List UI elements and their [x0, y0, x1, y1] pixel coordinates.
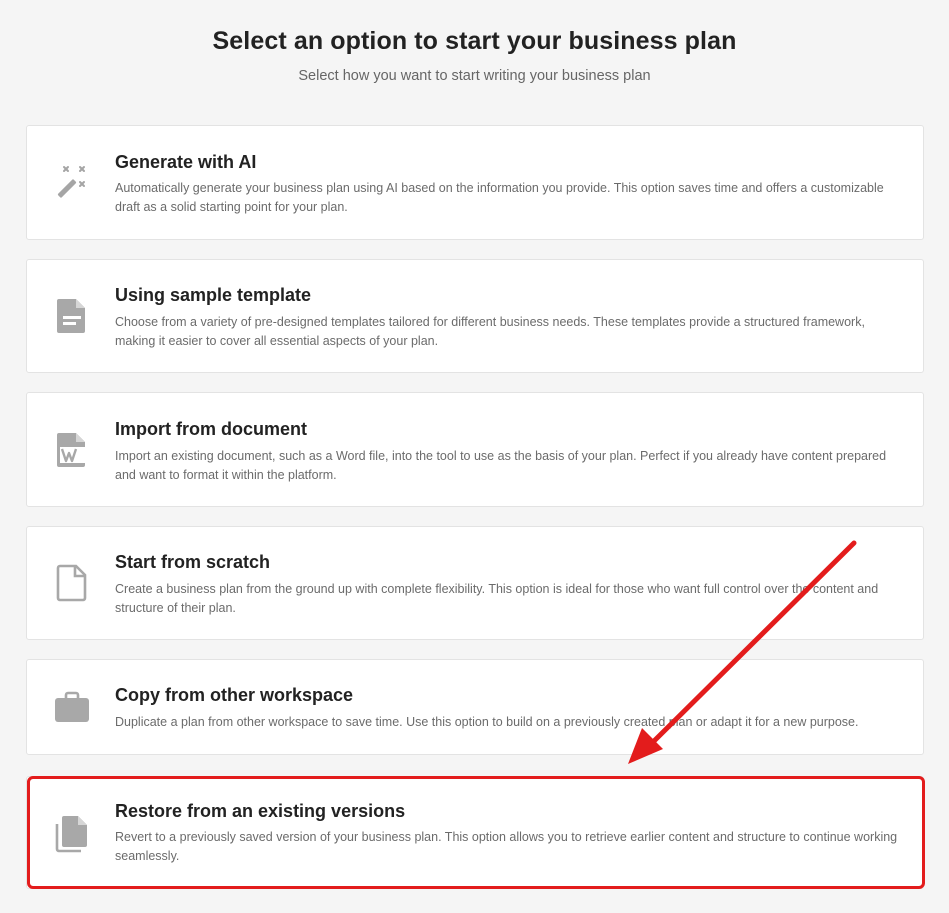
- briefcase-icon: [52, 688, 92, 728]
- option-description: Revert to a previously saved version of …: [115, 830, 898, 863]
- word-document-icon: [52, 430, 92, 470]
- option-card-import-document[interactable]: Import from document Import an existing …: [26, 392, 924, 507]
- option-title: Generate with AI: [115, 152, 257, 172]
- option-description: Choose from a variety of pre-designed te…: [115, 315, 865, 348]
- option-card-restore-versions[interactable]: Restore from an existing versions Revert…: [26, 776, 924, 889]
- option-card-sample-template[interactable]: Using sample template Choose from a vari…: [26, 259, 924, 373]
- option-title: Import from document: [115, 419, 307, 439]
- page-title: Select an option to start your business …: [212, 27, 737, 55]
- document-template-icon: [52, 296, 92, 336]
- option-title: Using sample template: [115, 285, 312, 305]
- copy-versions-icon: [52, 813, 92, 853]
- option-description: Create a business plan from the ground u…: [115, 582, 879, 615]
- option-title: Copy from other workspace: [115, 685, 354, 705]
- option-description: Duplicate a plan from other workspace to…: [115, 715, 859, 729]
- blank-file-icon: [52, 563, 92, 603]
- page-subtitle: Select how you want to start writing you…: [298, 68, 651, 84]
- option-card-start-scratch[interactable]: Start from scratch Create a business pla…: [26, 526, 924, 640]
- option-selection-page: Select an option to start your business …: [0, 0, 949, 913]
- option-title: Restore from an existing versions: [115, 801, 406, 821]
- option-description: Automatically generate your business pla…: [115, 181, 884, 214]
- magic-wand-icon: [52, 162, 92, 202]
- option-card-copy-workspace[interactable]: Copy from other workspace Duplicate a pl…: [26, 659, 924, 755]
- option-description: Import an existing document, such as a W…: [115, 449, 887, 482]
- option-title: Start from scratch: [115, 552, 271, 572]
- option-card-generate-ai[interactable]: Generate with AI Automatically generate …: [26, 125, 924, 240]
